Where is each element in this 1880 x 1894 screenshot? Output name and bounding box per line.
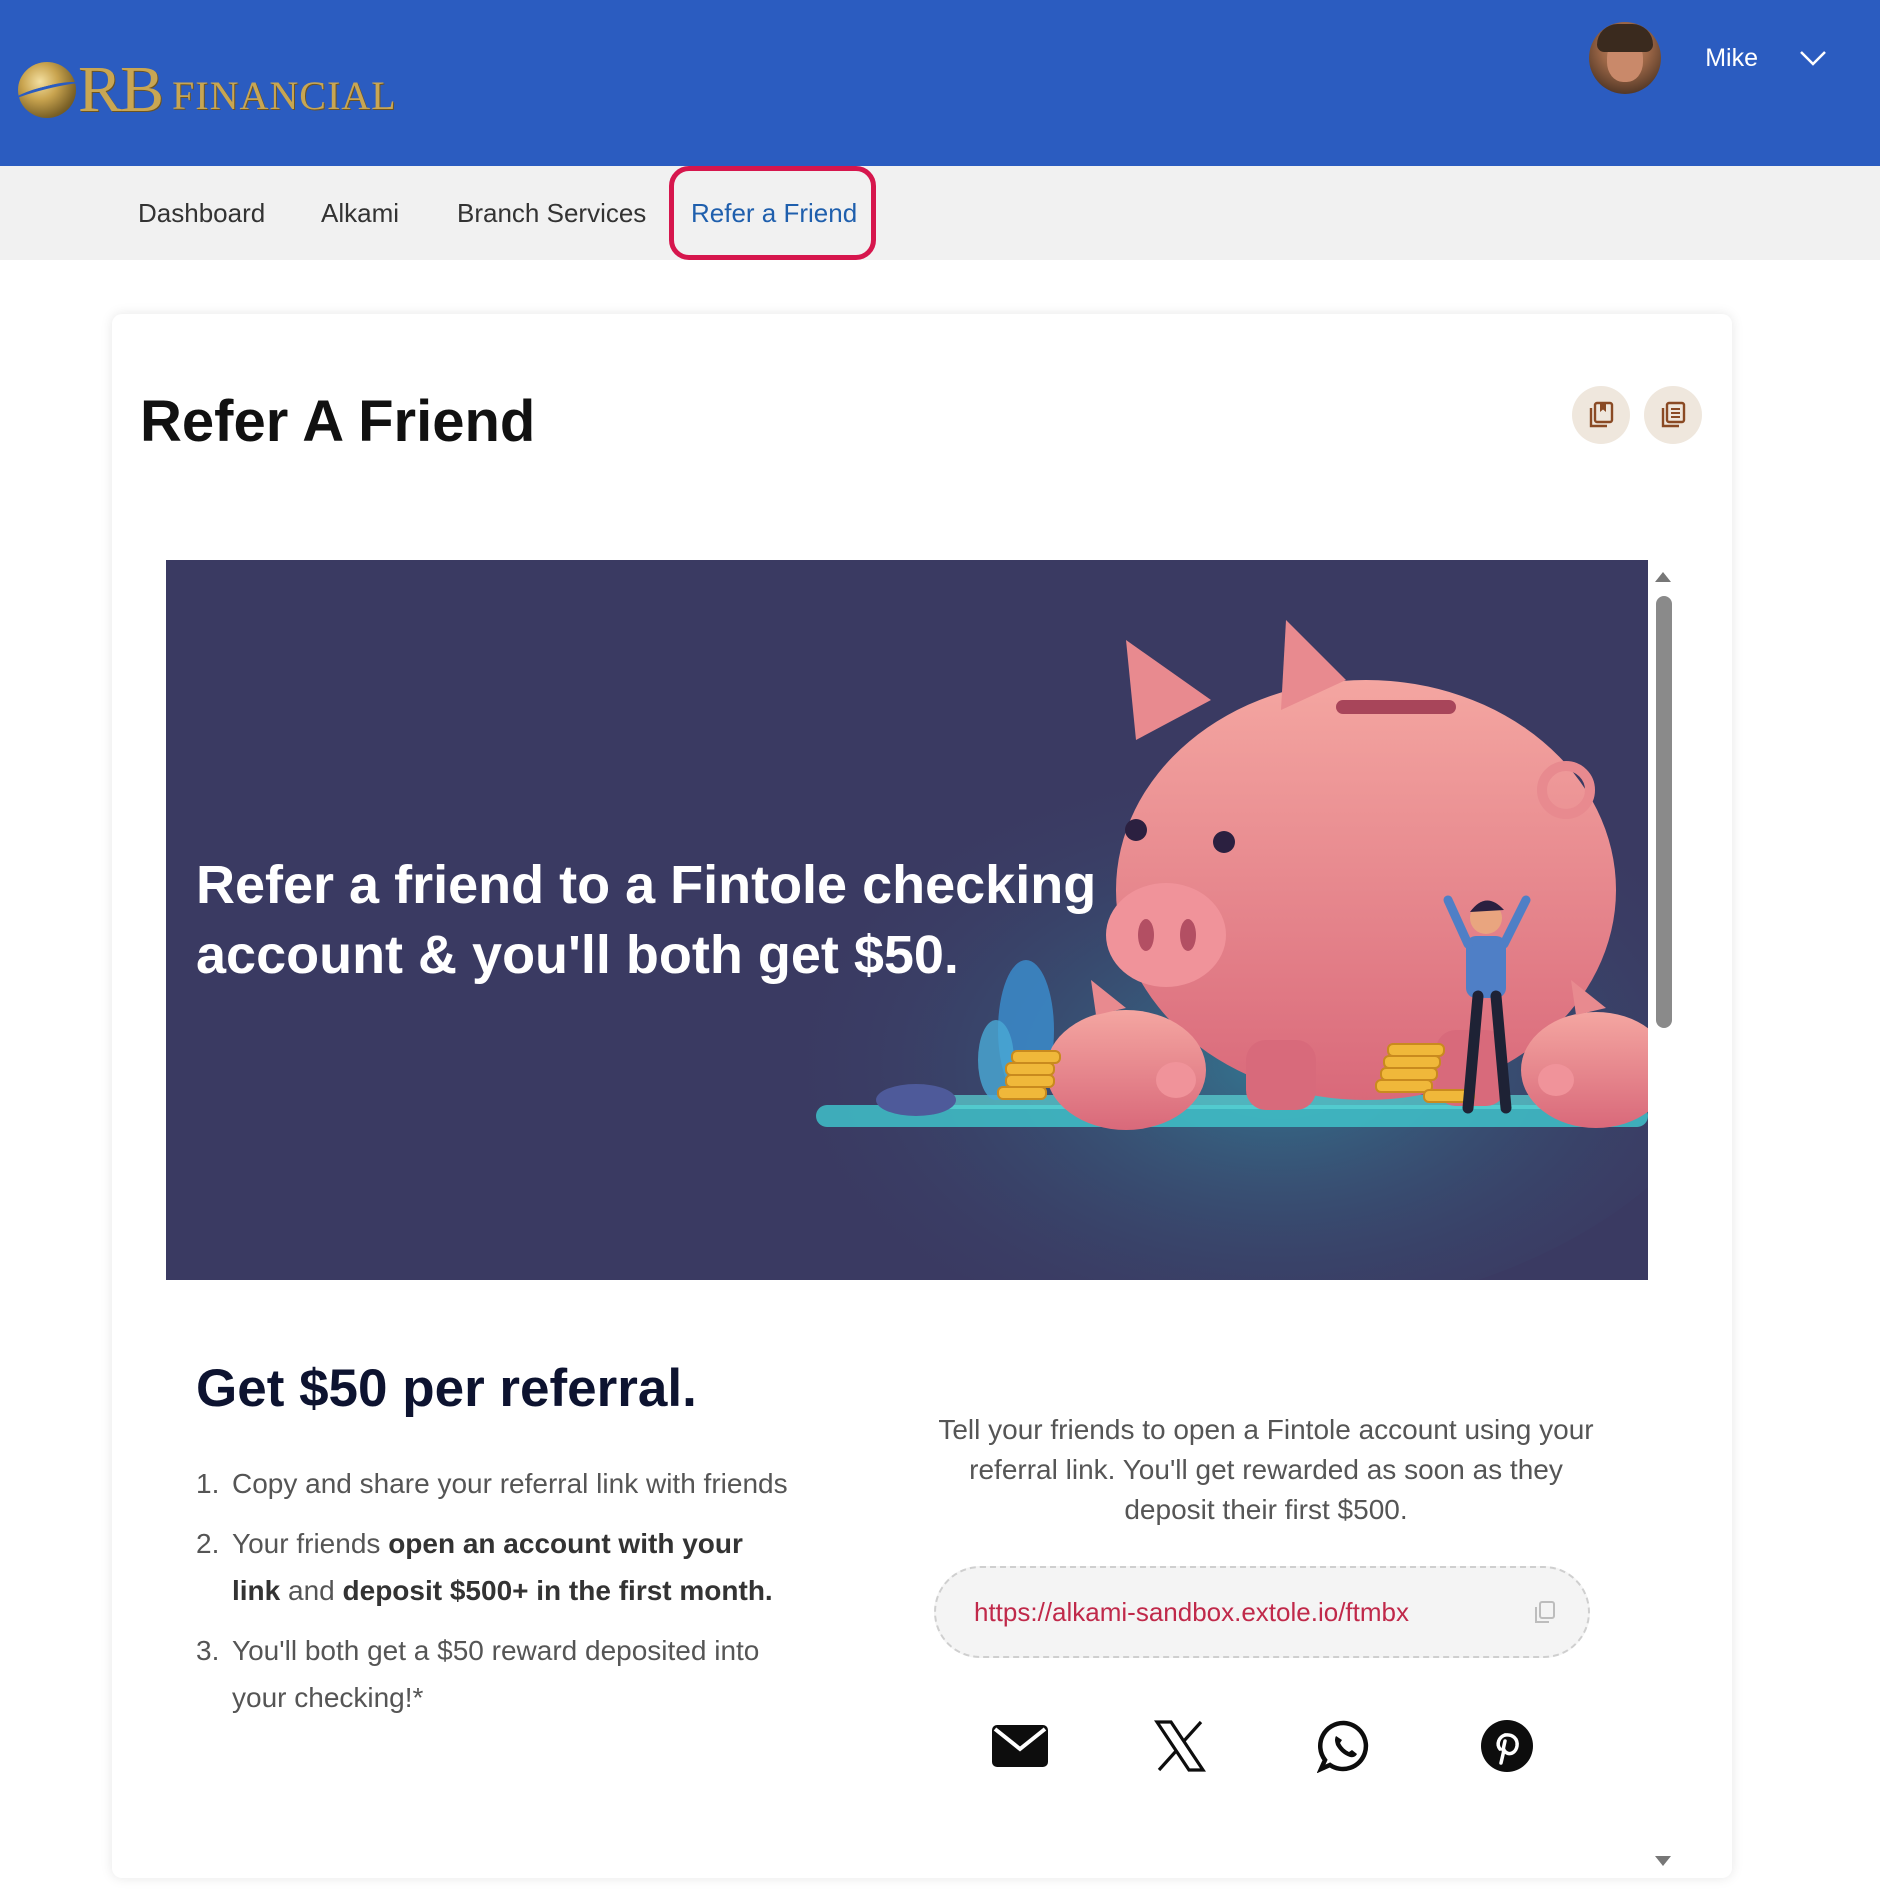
- whatsapp-icon: [1317, 1720, 1369, 1773]
- document-list-button[interactable]: [1644, 386, 1702, 444]
- list-item: 2. Your friends open an account with you…: [196, 1520, 796, 1614]
- referral-link[interactable]: https://alkami-sandbox.extole.io/ftmbx: [974, 1597, 1532, 1628]
- orb-financial-logo[interactable]: RB FINANCIAL: [18, 53, 397, 126]
- step-text: Your friends open an account with your l…: [232, 1520, 796, 1614]
- step-text-part: Copy and share your referral link with f…: [232, 1468, 788, 1499]
- share-email-button[interactable]: [988, 1714, 1052, 1778]
- nav-item-dashboard[interactable]: Dashboard: [138, 166, 265, 260]
- step-text: You'll both get a $50 reward deposited i…: [232, 1627, 796, 1721]
- x-twitter-icon: [1154, 1720, 1206, 1772]
- step-text-part: You'll both get a $50 reward deposited i…: [232, 1635, 760, 1713]
- logo-subtitle: FINANCIAL: [172, 73, 397, 118]
- avatar[interactable]: [1589, 22, 1662, 94]
- step-text: Copy and share your referral link with f…: [232, 1460, 788, 1507]
- step-number: 3.: [196, 1635, 220, 1666]
- referral-steps-list: 1. Copy and share your referral link wit…: [196, 1460, 796, 1734]
- list-item: 3. You'll both get a $50 reward deposite…: [196, 1627, 796, 1721]
- referral-description: Tell your friends to open a Fintole acco…: [938, 1414, 1594, 1525]
- page-title: Refer A Friend: [140, 389, 536, 454]
- nav-item-refer-a-friend[interactable]: Refer a Friend: [691, 166, 857, 260]
- referral-widget-frame[interactable]: Refer a friend to a Fintole checking acc…: [166, 560, 1678, 1878]
- chevron-down-icon[interactable]: [1798, 48, 1828, 68]
- step-text-part: Your friends: [232, 1528, 389, 1559]
- step-number: 2.: [196, 1528, 220, 1559]
- referral-hero-banner: Refer a friend to a Fintole checking acc…: [166, 560, 1648, 1280]
- referral-heading: Get $50 per referral.: [196, 1359, 697, 1418]
- user-menu[interactable]: Mike: [1589, 22, 1828, 94]
- step-text-part: and: [280, 1575, 343, 1606]
- orb-logo-icon: [18, 62, 76, 118]
- share-pinterest-button[interactable]: [1475, 1714, 1539, 1778]
- nav-item-alkami[interactable]: Alkami: [321, 166, 399, 260]
- hero-headline: Refer a friend to a Fintole checking acc…: [196, 855, 1097, 985]
- step-text-bold: deposit $500+ in the first month.: [342, 1575, 773, 1606]
- logo-wordmark: RB: [78, 53, 164, 126]
- nav-item-branch-services[interactable]: Branch Services: [457, 166, 646, 260]
- scroll-up-arrow-icon[interactable]: [1655, 572, 1671, 582]
- scrollbar-thumb[interactable]: [1656, 596, 1672, 1028]
- refer-a-friend-card: Refer A Friend Refer a friend to a Finto…: [112, 314, 1732, 1878]
- referral-link-field[interactable]: https://alkami-sandbox.extole.io/ftmbx: [934, 1566, 1590, 1658]
- list-item: 1. Copy and share your referral link wit…: [196, 1460, 796, 1507]
- pinterest-icon: [1481, 1720, 1533, 1772]
- share-x-button[interactable]: [1148, 1714, 1212, 1778]
- share-whatsapp-button[interactable]: [1312, 1714, 1376, 1778]
- email-icon: [992, 1725, 1048, 1767]
- bookmark-copy-button[interactable]: [1572, 386, 1630, 444]
- user-name[interactable]: Mike: [1705, 44, 1758, 73]
- step-number: 1.: [196, 1468, 220, 1499]
- bookmark-copy-icon: [1589, 401, 1614, 428]
- copy-icon[interactable]: [1532, 1599, 1558, 1625]
- scroll-down-arrow-icon[interactable]: [1655, 1856, 1671, 1866]
- document-list-icon: [1661, 401, 1686, 428]
- app-header: RB FINANCIAL Mike: [0, 0, 1880, 166]
- main-nav: Dashboard Alkami Branch Services Refer a…: [0, 166, 1880, 260]
